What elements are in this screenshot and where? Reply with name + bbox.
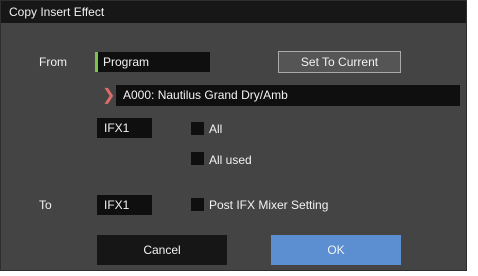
source-type-select[interactable]: Program [95,52,210,72]
to-label: To [39,198,52,212]
selection-indicator [95,52,98,72]
program-select[interactable]: A000: Nautilus Grand Dry/Amb [116,85,460,106]
chevron-right-icon: ❯ [102,87,116,104]
all-label: All [209,122,223,136]
ok-button[interactable]: OK [271,235,401,265]
all-used-checkbox[interactable] [191,152,204,165]
post-ifx-mixer-checkbox[interactable] [191,198,204,211]
copy-insert-effect-dialog: Copy Insert Effect From Program Set To C… [0,0,467,271]
from-ifx-select[interactable]: IFX1 [97,118,152,138]
to-ifx-select[interactable]: IFX1 [97,195,152,215]
dialog-title: Copy Insert Effect [1,1,466,23]
set-to-current-button[interactable]: Set To Current [278,51,401,73]
cancel-button[interactable]: Cancel [97,235,227,265]
post-ifx-mixer-label: Post IFX Mixer Setting [209,198,329,212]
all-checkbox[interactable] [191,122,204,135]
from-label: From [39,55,67,69]
all-used-label: All used [209,153,252,167]
source-type-value: Program [103,55,150,69]
